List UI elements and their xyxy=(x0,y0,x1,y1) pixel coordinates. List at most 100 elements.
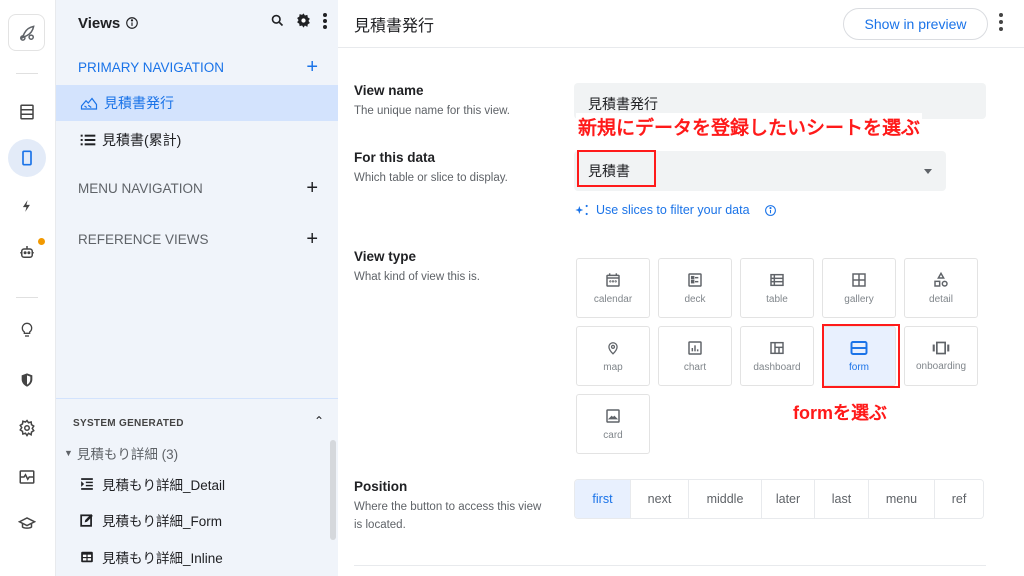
rail-divider xyxy=(16,73,38,74)
rail-settings-button[interactable] xyxy=(8,409,46,447)
view-type-onboarding[interactable]: onboarding xyxy=(904,326,978,386)
view-type-label: View type xyxy=(354,249,417,264)
section-primary-navigation: PRIMARY NAVIGATION + xyxy=(78,57,318,77)
position-option-ref[interactable]: ref xyxy=(935,480,983,518)
rocket-icon xyxy=(19,24,35,41)
position-option-middle[interactable]: middle xyxy=(689,480,762,518)
nav-item-view[interactable]: 見積書(累計) xyxy=(56,122,338,158)
sidebar-header: Views xyxy=(78,12,328,34)
section-divider xyxy=(354,565,986,566)
rail-intelligence-button[interactable] xyxy=(8,311,46,349)
app-logo-button[interactable] xyxy=(8,14,45,51)
view-type-card[interactable]: card xyxy=(576,394,650,454)
use-slices-label: Use slices to filter your data xyxy=(596,203,750,217)
section-label: PRIMARY NAVIGATION xyxy=(78,59,225,75)
deck-icon xyxy=(688,272,702,287)
annotation-data-note: 新規にデータを登録したいシートを選ぶ xyxy=(576,113,923,140)
rail-divider xyxy=(16,297,38,298)
learn-icon xyxy=(18,517,36,529)
nav-item-view[interactable]: 見積書発行 xyxy=(56,85,338,121)
system-view-label: 見積もり詳細_Detail xyxy=(102,478,226,493)
edit-form-icon xyxy=(80,514,93,527)
view-type-name: calendar xyxy=(593,293,633,305)
dropdown-arrow-icon xyxy=(924,169,932,174)
system-view-item[interactable]: 見積もり詳細_Form xyxy=(80,510,222,530)
section-label: MENU NAVIGATION xyxy=(78,180,203,196)
for-this-data-label-group: For this data Which table or slice to di… xyxy=(354,150,508,187)
shapes-detail-icon xyxy=(934,271,948,287)
rail-learn-button[interactable] xyxy=(8,505,46,543)
bot-icon xyxy=(20,246,34,258)
rail-monitor-button[interactable] xyxy=(8,458,46,496)
annotation-form-note: formを選ぶ xyxy=(793,403,887,423)
view-type-calendar[interactable]: calendar xyxy=(576,258,650,318)
gallery-icon xyxy=(852,272,866,287)
position-option-first[interactable]: first xyxy=(575,480,631,518)
view-type-dashboard[interactable]: dashboard xyxy=(740,326,814,386)
view-type-table[interactable]: table xyxy=(740,258,814,318)
section-menu-navigation: MENU NAVIGATION + xyxy=(78,178,318,198)
view-type-name: deck xyxy=(684,293,706,305)
position-option-next[interactable]: next xyxy=(631,480,689,518)
view-type-name: detail xyxy=(929,293,953,305)
caret-down-icon: ▼ xyxy=(64,448,73,458)
rail-security-button[interactable] xyxy=(8,361,46,399)
collapse-chevron-up-icon[interactable]: ⌃ xyxy=(314,414,324,428)
position-option-later[interactable]: later xyxy=(762,480,815,518)
more-vert-icon[interactable] xyxy=(322,12,328,35)
info-icon[interactable] xyxy=(125,16,139,30)
dashboard-icon xyxy=(770,341,784,354)
position-label: Position xyxy=(354,479,408,494)
rail-automation-button[interactable] xyxy=(8,187,46,225)
for-this-data-description: Which table or slice to display. xyxy=(354,172,508,184)
view-type-description: What kind of view this is. xyxy=(354,271,480,283)
view-type-name: chart xyxy=(683,361,707,373)
calendar-icon xyxy=(606,272,620,287)
add-menu-view-button[interactable]: + xyxy=(306,178,318,198)
lightbulb-icon xyxy=(21,322,33,337)
more-vert-icon[interactable] xyxy=(998,12,1004,37)
table-icon xyxy=(770,273,784,286)
view-type-label-group: View type What kind of view this is. xyxy=(354,249,480,286)
use-slices-link[interactable]: Use slices to filter your data xyxy=(574,203,777,217)
view-type-name: onboarding xyxy=(915,360,967,372)
system-view-item[interactable]: 見積もり詳細_Detail xyxy=(80,474,225,494)
system-generated-title: SYSTEM GENERATED xyxy=(73,418,184,429)
rail-data-button[interactable] xyxy=(8,93,46,131)
view-type-chart[interactable]: chart xyxy=(658,326,732,386)
icon-rail xyxy=(0,0,56,576)
sidebar-divider xyxy=(56,398,338,399)
system-view-item[interactable]: 見積もり詳細_Inline xyxy=(80,547,223,567)
add-primary-view-button[interactable]: + xyxy=(306,57,318,77)
system-view-label: 見積もり詳細_Form xyxy=(102,514,223,529)
settings-gear-icon[interactable] xyxy=(295,12,312,34)
info-icon[interactable] xyxy=(764,204,777,217)
settings-icon xyxy=(19,419,35,437)
view-type-name: map xyxy=(603,361,623,373)
section-reference-views: REFERENCE VIEWS + xyxy=(78,229,318,249)
view-type-detail[interactable]: detail xyxy=(904,258,978,318)
view-type-map[interactable]: map xyxy=(576,326,650,386)
position-option-last[interactable]: last xyxy=(815,480,869,518)
show-in-preview-button[interactable]: Show in preview xyxy=(843,8,988,40)
sparkle-icon xyxy=(575,204,588,216)
position-option-menu[interactable]: menu xyxy=(869,480,935,518)
view-type-gallery[interactable]: gallery xyxy=(822,258,896,318)
add-reference-view-button[interactable]: + xyxy=(306,229,318,249)
view-type-name: gallery xyxy=(844,293,874,305)
system-group-toggle[interactable]: ▼ 見積もり詳細 (3) xyxy=(64,443,178,463)
position-label-group: Position Where the button to access this… xyxy=(354,479,544,534)
rail-views-button[interactable] xyxy=(8,139,46,177)
editor-topbar: 見積書発行 Show in preview xyxy=(338,0,1024,48)
table-data-icon xyxy=(20,104,34,120)
position-segmented-control: first next middle later last menu ref xyxy=(574,479,984,519)
nav-item-label: 見積書(累計) xyxy=(102,132,182,148)
search-icon[interactable] xyxy=(270,13,285,33)
monitor-icon xyxy=(19,470,35,484)
inline-table-icon xyxy=(81,551,93,563)
position-description: Where the button to access this view is … xyxy=(354,501,542,531)
sidebar-scrollbar[interactable] xyxy=(330,440,336,540)
view-type-deck[interactable]: deck xyxy=(658,258,732,318)
views-sidebar: Views PRIMARY NAVIGATION + 見積書発行 見積書(累計)… xyxy=(56,0,338,576)
annotation-highlight-box xyxy=(577,150,656,187)
